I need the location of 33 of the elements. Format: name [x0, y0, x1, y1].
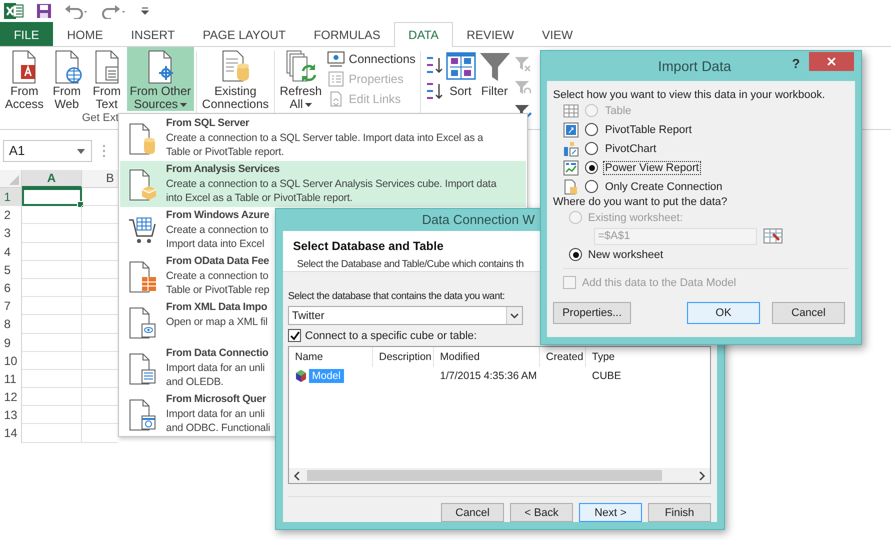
menu-item-title: From Data Connectio [166, 346, 268, 361]
radio-label: Existing worksheet: [587, 212, 684, 224]
radio-label: Power View Report [604, 162, 700, 174]
section-prompt: Select how you want to view this data in your workbook. [553, 89, 826, 101]
menu-item-title: From Windows Azure [166, 208, 270, 223]
checkbox-label: Add this data to the Data Model [582, 276, 736, 288]
group-label: Get Ext [82, 112, 119, 125]
window-title: Import Data [658, 58, 732, 74]
table-cell: 1/7/2015 4:35:36 AM [440, 370, 537, 382]
radio-label: PivotTable Report [604, 124, 693, 136]
step-description: Select the Database and Table/Cube which contains th [296, 258, 524, 270]
menu-item-title: From XML Data Impo [166, 300, 268, 315]
menu-item-description: Create a connection to a SQL Server Analysis Services cube. Import data into Excel as a Table or PivotTable report. [166, 177, 496, 205]
menu-item-title: From Microsoft Quer [166, 392, 268, 407]
checkbox-label: Connect to a specific cube or table: [305, 330, 477, 342]
step-heading: Select Database and Table [293, 238, 445, 254]
radio-label: Table [604, 104, 632, 116]
menu-item-description: Create a connection to Table or PivotTable rep [166, 269, 270, 297]
menu-item-description: Import data for an unli and ODBC. Functionali [166, 407, 270, 435]
menu-item-title: From OData Data Fee [166, 254, 270, 269]
table-cell: CUBE [592, 370, 622, 382]
radio-label: Only Create Connection [604, 180, 724, 192]
menu-item-title: From SQL Server [166, 116, 250, 131]
menu-item-description: Import data for an unli and OLEDB. [166, 361, 266, 389]
radio-label: New worksheet [587, 248, 664, 260]
menu-item-description: Create a connection to a SQL Server table. Import data into Excel as a Table or PivotTable report. [166, 131, 484, 159]
section-prompt: Where do you want to put the data? [553, 196, 728, 208]
menu-item-title: From Analysis Services [166, 162, 281, 177]
menu-item-description: Open or map a XML fil [166, 315, 268, 329]
menu-item-description: Create a connection to Import data into Excel [166, 223, 270, 251]
field-label: Select the database that contains the data you want: [288, 290, 505, 304]
radio-label: PivotChart [604, 142, 658, 154]
window-title: Data Connection W [422, 212, 535, 228]
